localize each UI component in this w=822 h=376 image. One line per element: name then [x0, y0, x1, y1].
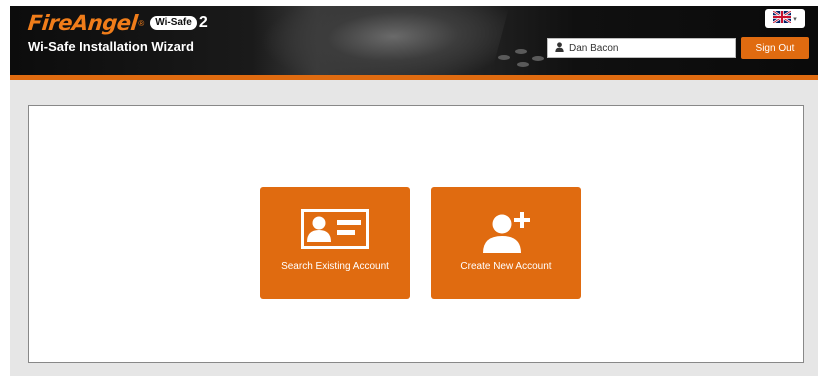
logo-registered-mark: ® [138, 18, 145, 28]
uk-flag-icon [772, 9, 792, 28]
user-icon [555, 39, 564, 57]
app-window: FireAngel ® Wi-Safe 2 Wi-Safe Installati… [10, 6, 818, 376]
search-existing-account-button[interactable]: Search Existing Account [260, 187, 410, 299]
user-name-text: Dan Bacon [569, 42, 619, 54]
user-name-field[interactable]: Dan Bacon [547, 38, 736, 58]
brand-logo: FireAngel ® Wi-Safe 2 [26, 10, 208, 36]
header: FireAngel ® Wi-Safe 2 Wi-Safe Installati… [10, 6, 818, 75]
header-decoration [515, 49, 527, 54]
header-accent-bar [10, 75, 818, 80]
chevron-down-icon: ▾ [793, 15, 797, 23]
header-background-art [247, 6, 513, 75]
sign-out-button[interactable]: Sign Out [741, 37, 809, 59]
logo-version: 2 [198, 14, 208, 31]
header-decoration [517, 62, 529, 67]
app-subtitle: Wi-Safe Installation Wizard [28, 39, 194, 54]
main-panel: Search Existing Account Create New Accou… [28, 105, 804, 363]
add-user-icon [431, 209, 581, 255]
logo-brand-text: FireAngel [26, 11, 139, 35]
header-decoration [532, 56, 544, 61]
create-new-account-label: Create New Account [460, 261, 552, 272]
id-card-icon [260, 209, 410, 249]
header-decoration [498, 55, 510, 60]
search-existing-account-label: Search Existing Account [281, 261, 389, 272]
language-selector[interactable]: ▾ [765, 9, 805, 28]
logo-badge: Wi-Safe [150, 16, 197, 30]
create-new-account-button[interactable]: Create New Account [431, 187, 581, 299]
